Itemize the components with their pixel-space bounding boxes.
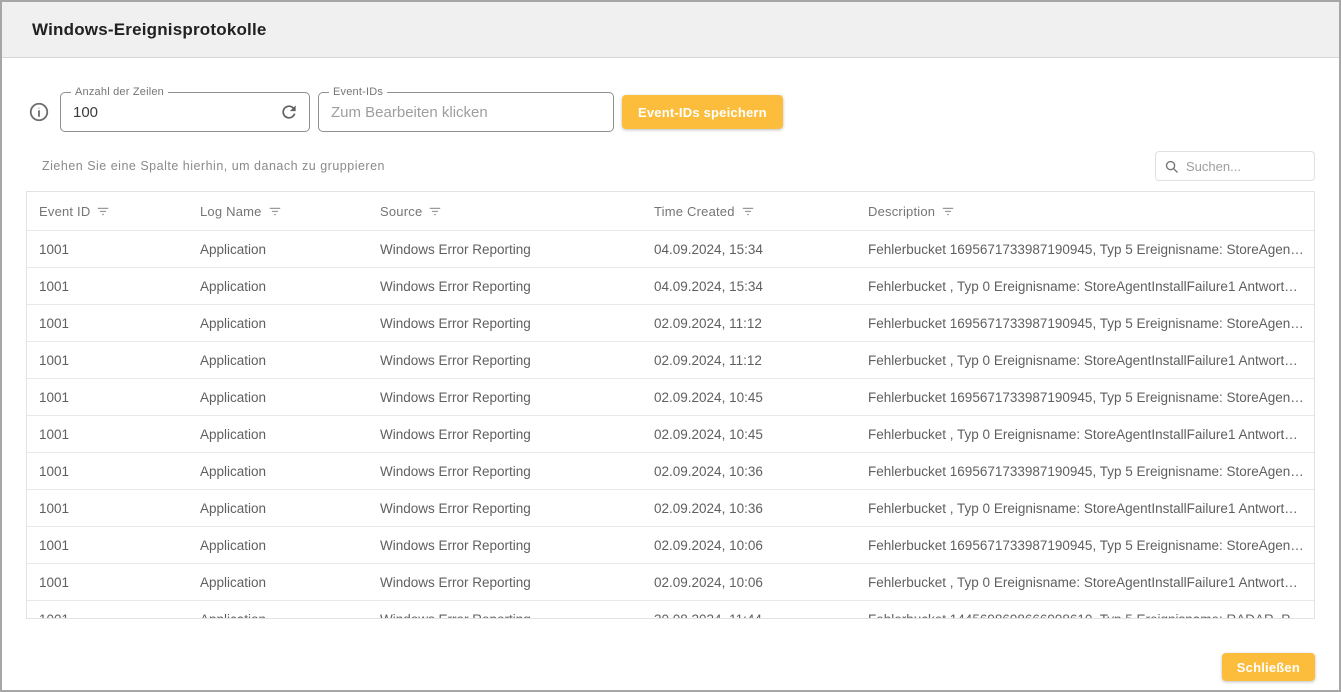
cell-time-created: 02.09.2024, 10:36 xyxy=(642,490,856,526)
cell-event-id: 1001 xyxy=(27,564,188,600)
cell-source: Windows Error Reporting xyxy=(368,453,642,489)
column-header-log-name[interactable]: Log Name xyxy=(188,192,368,230)
cell-log-name: Application xyxy=(188,379,368,415)
table-row[interactable]: 1001ApplicationWindows Error Reporting04… xyxy=(27,231,1314,268)
column-header-source[interactable]: Source xyxy=(368,192,642,230)
table-row[interactable]: 1001ApplicationWindows Error Reporting02… xyxy=(27,564,1314,601)
cell-event-id: 1001 xyxy=(27,601,188,619)
info-icon[interactable] xyxy=(28,101,50,123)
controls-row: Anzahl der Zeilen Event-IDs Event-IDs sp… xyxy=(26,92,1315,132)
search-icon xyxy=(1164,159,1179,174)
table-row[interactable]: 1001ApplicationWindows Error Reporting02… xyxy=(27,453,1314,490)
column-header-description[interactable]: Description xyxy=(856,192,1314,230)
cell-source: Windows Error Reporting xyxy=(368,342,642,378)
filter-icon[interactable] xyxy=(428,204,442,218)
cell-source: Windows Error Reporting xyxy=(368,527,642,563)
cell-source: Windows Error Reporting xyxy=(368,416,642,452)
filter-icon[interactable] xyxy=(741,204,755,218)
table-row[interactable]: 1001ApplicationWindows Error Reporting04… xyxy=(27,268,1314,305)
cell-time-created: 02.09.2024, 10:06 xyxy=(642,527,856,563)
filter-icon[interactable] xyxy=(268,204,282,218)
cell-source: Windows Error Reporting xyxy=(368,268,642,304)
event-table: Event ID Log Name Source xyxy=(26,191,1315,619)
cell-log-name: Application xyxy=(188,601,368,619)
cell-event-id: 1001 xyxy=(27,268,188,304)
cell-log-name: Application xyxy=(188,342,368,378)
close-button[interactable]: Schließen xyxy=(1222,653,1315,681)
table-row[interactable]: 1001ApplicationWindows Error Reporting02… xyxy=(27,416,1314,453)
cell-source: Windows Error Reporting xyxy=(368,601,642,619)
cell-log-name: Application xyxy=(188,305,368,341)
cell-description: Fehlerbucket , Typ 0 Ereignisname: Store… xyxy=(856,416,1314,452)
cell-description: Fehlerbucket 1695671733987190945, Typ 5 … xyxy=(856,453,1314,489)
cell-description: Fehlerbucket 1695671733987190945, Typ 5 … xyxy=(856,231,1314,267)
cell-log-name: Application xyxy=(188,416,368,452)
filter-icon[interactable] xyxy=(96,204,110,218)
cell-description: Fehlerbucket 1695671733987190945, Typ 5 … xyxy=(856,305,1314,341)
row-count-input[interactable] xyxy=(61,104,279,121)
column-header-event-id[interactable]: Event ID xyxy=(27,192,188,230)
cell-time-created: 02.09.2024, 10:36 xyxy=(642,453,856,489)
table-row[interactable]: 1001ApplicationWindows Error Reporting02… xyxy=(27,379,1314,416)
cell-source: Windows Error Reporting xyxy=(368,231,642,267)
event-ids-input[interactable] xyxy=(319,104,613,121)
cell-log-name: Application xyxy=(188,564,368,600)
cell-log-name: Application xyxy=(188,527,368,563)
cell-source: Windows Error Reporting xyxy=(368,490,642,526)
cell-event-id: 1001 xyxy=(27,231,188,267)
cell-event-id: 1001 xyxy=(27,453,188,489)
cell-time-created: 02.09.2024, 10:06 xyxy=(642,564,856,600)
cell-event-id: 1001 xyxy=(27,416,188,452)
cell-description: Fehlerbucket 1695671733987190945, Typ 5 … xyxy=(856,527,1314,563)
cell-source: Windows Error Reporting xyxy=(368,564,642,600)
table-row[interactable]: 1001ApplicationWindows Error Reporting02… xyxy=(27,490,1314,527)
refresh-icon[interactable] xyxy=(279,102,299,122)
cell-time-created: 04.09.2024, 15:34 xyxy=(642,231,856,267)
row-count-label: Anzahl der Zeilen xyxy=(71,86,168,98)
cell-log-name: Application xyxy=(188,268,368,304)
cell-time-created: 02.09.2024, 11:12 xyxy=(642,342,856,378)
table-row[interactable]: 1001ApplicationWindows Error Reporting02… xyxy=(27,305,1314,342)
table-row[interactable]: 1001ApplicationWindows Error Reporting02… xyxy=(27,342,1314,379)
cell-description: Fehlerbucket 1445698698666998610, Typ 5 … xyxy=(856,601,1314,619)
table-body: 1001ApplicationWindows Error Reporting04… xyxy=(27,231,1314,619)
cell-event-id: 1001 xyxy=(27,342,188,378)
cell-log-name: Application xyxy=(188,231,368,267)
event-ids-field[interactable]: Event-IDs xyxy=(318,92,614,132)
column-header-time-created[interactable]: Time Created xyxy=(642,192,856,230)
cell-source: Windows Error Reporting xyxy=(368,379,642,415)
cell-time-created: 30.08.2024, 11:44 xyxy=(642,601,856,619)
cell-description: Fehlerbucket 1695671733987190945, Typ 5 … xyxy=(856,379,1314,415)
table-row[interactable]: 1001ApplicationWindows Error Reporting02… xyxy=(27,527,1314,564)
cell-time-created: 04.09.2024, 15:34 xyxy=(642,268,856,304)
cell-description: Fehlerbucket , Typ 0 Ereignisname: Store… xyxy=(856,564,1314,600)
dialog-content: Anzahl der Zeilen Event-IDs Event-IDs sp… xyxy=(2,58,1339,690)
cell-source: Windows Error Reporting xyxy=(368,305,642,341)
filter-icon[interactable] xyxy=(941,204,955,218)
windows-event-log-dialog: Windows-Ereignisprotokolle Anzahl der Ze… xyxy=(0,0,1341,692)
table-row[interactable]: 1001ApplicationWindows Error Reporting30… xyxy=(27,601,1314,619)
cell-event-id: 1001 xyxy=(27,305,188,341)
cell-log-name: Application xyxy=(188,490,368,526)
cell-log-name: Application xyxy=(188,453,368,489)
cell-event-id: 1001 xyxy=(27,490,188,526)
cell-description: Fehlerbucket , Typ 0 Ereignisname: Store… xyxy=(856,490,1314,526)
cell-time-created: 02.09.2024, 11:12 xyxy=(642,305,856,341)
table-header: Event ID Log Name Source xyxy=(27,192,1314,231)
group-by-hint: Ziehen Sie eine Spalte hierhin, um danac… xyxy=(26,159,385,173)
cell-description: Fehlerbucket , Typ 0 Ereignisname: Store… xyxy=(856,342,1314,378)
event-ids-label: Event-IDs xyxy=(329,86,387,98)
search-box[interactable] xyxy=(1155,151,1315,181)
cell-time-created: 02.09.2024, 10:45 xyxy=(642,416,856,452)
cell-event-id: 1001 xyxy=(27,527,188,563)
row-count-field[interactable]: Anzahl der Zeilen xyxy=(60,92,310,132)
toolbar-row: Ziehen Sie eine Spalte hierhin, um danac… xyxy=(26,151,1315,181)
cell-description: Fehlerbucket , Typ 0 Ereignisname: Store… xyxy=(856,268,1314,304)
cell-event-id: 1001 xyxy=(27,379,188,415)
page-title: Windows-Ereignisprotokolle xyxy=(32,20,267,40)
cell-time-created: 02.09.2024, 10:45 xyxy=(642,379,856,415)
titlebar: Windows-Ereignisprotokolle xyxy=(2,2,1339,58)
save-event-ids-button[interactable]: Event-IDs speichern xyxy=(622,95,783,129)
search-input[interactable] xyxy=(1186,159,1306,174)
